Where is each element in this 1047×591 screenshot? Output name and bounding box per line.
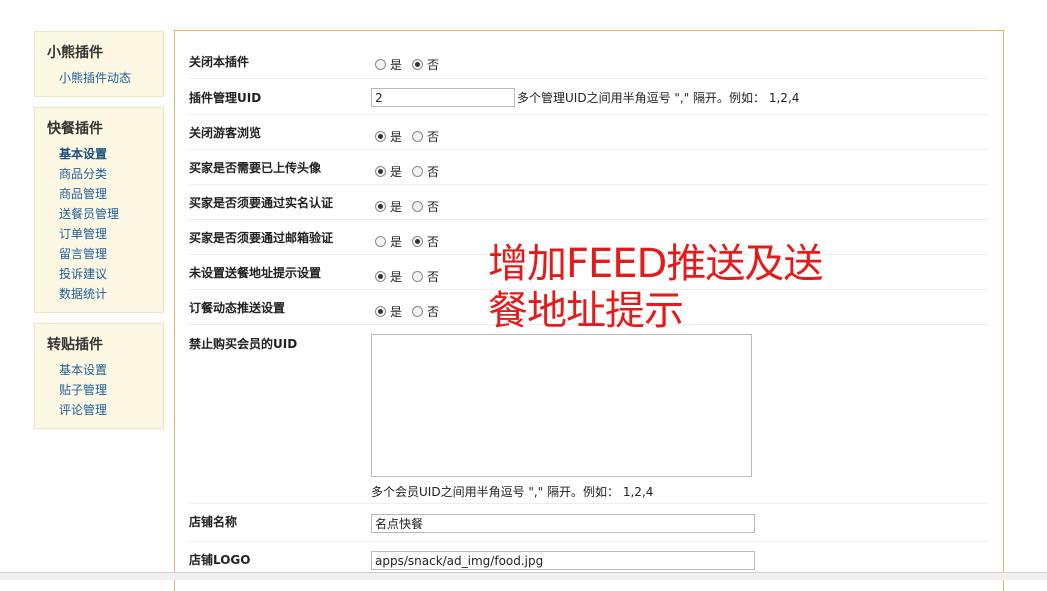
radio-option-no[interactable]: 否 <box>412 233 439 250</box>
radio-checked-icon[interactable] <box>375 131 386 142</box>
ban-uid-textarea[interactable] <box>371 334 752 477</box>
sidebar-item-posts[interactable]: 贴子管理 <box>35 380 163 400</box>
field-label: 买家是否须要通过邮箱验证 <box>189 231 334 245</box>
sidebar-item-statistics[interactable]: 数据统计 <box>35 284 163 304</box>
shop-name-control <box>371 514 755 533</box>
admin-uid-hint: 多个管理UID之间用半角逗号 "," 隔开。例如： 1,2,4 <box>517 91 800 105</box>
radio-option-no[interactable]: 否 <box>412 56 439 73</box>
radio-option-no[interactable]: 否 <box>412 303 439 320</box>
radio-option-no[interactable]: 否 <box>412 198 439 215</box>
annotation-line-1: 增加FEED推送及送 <box>488 241 823 287</box>
radio-icon[interactable] <box>412 131 424 142</box>
field-label: 店铺名称 <box>189 515 238 529</box>
sidebar-item-messages[interactable]: 留言管理 <box>35 244 163 264</box>
row-need-avatar: 买家是否需要已上传头像 是 否 <box>189 154 989 185</box>
field-label: 店铺LOGO <box>189 553 251 567</box>
radio-group: 是 否 <box>375 163 449 180</box>
sidebar-block-snack: 快餐插件 基本设置 商品分类 商品管理 送餐员管理 订单管理 留言管理 投诉建议… <box>34 107 164 313</box>
radio-checked-icon[interactable] <box>375 306 386 317</box>
shop-logo-input[interactable] <box>371 551 755 570</box>
field-label: 关闭本插件 <box>189 55 250 69</box>
radio-icon[interactable] <box>375 59 386 70</box>
sidebar-item-comments[interactable]: 评论管理 <box>35 400 163 420</box>
row-need-realname: 买家是否须要通过实名认证 是 否 <box>189 189 989 220</box>
sidebar-block-title: 快餐插件 <box>47 121 103 137</box>
radio-checked-icon[interactable] <box>412 236 424 247</box>
row-close-guest: 关闭游客浏览 是 否 <box>189 119 989 150</box>
sidebar-block-title: 小熊插件 <box>47 45 103 61</box>
annotation-text: 增加FEED推送及送 餐地址提示 <box>488 241 823 335</box>
sidebar-block-title: 转贴插件 <box>47 337 103 353</box>
sidebar-item-couriers[interactable]: 送餐员管理 <box>35 204 163 224</box>
radio-checked-icon[interactable] <box>412 59 424 70</box>
sidebar-item-products[interactable]: 商品管理 <box>35 184 163 204</box>
radio-checked-icon[interactable] <box>375 201 386 212</box>
radio-icon[interactable] <box>412 166 424 177</box>
radio-group: 是 否 <box>375 268 449 285</box>
radio-option-yes[interactable]: 是 <box>375 233 402 250</box>
radio-group: 是 否 <box>375 56 449 73</box>
field-label: 买家是否需要已上传头像 <box>189 161 322 175</box>
radio-option-no[interactable]: 否 <box>412 163 439 180</box>
radio-option-yes[interactable]: 是 <box>375 198 402 215</box>
field-label: 订餐动态推送设置 <box>189 301 286 315</box>
radio-option-yes[interactable]: 是 <box>375 163 402 180</box>
row-close-plugin: 关闭本插件 是 否 <box>189 48 989 79</box>
radio-icon[interactable] <box>412 306 424 317</box>
field-label: 未设置送餐地址提示设置 <box>189 266 322 280</box>
field-label: 关闭游客浏览 <box>189 126 262 140</box>
radio-option-yes[interactable]: 是 <box>375 128 402 145</box>
radio-icon[interactable] <box>412 271 424 282</box>
admin-uid-input[interactable] <box>371 88 515 107</box>
sidebar-block-xiaoxiong: 小熊插件 小熊插件动态 <box>34 31 164 97</box>
radio-group: 是 否 <box>375 233 449 250</box>
radio-icon[interactable] <box>412 201 424 212</box>
shop-logo-control <box>371 551 755 570</box>
radio-checked-icon[interactable] <box>375 166 386 177</box>
sidebar-item-orders[interactable]: 订单管理 <box>35 224 163 244</box>
radio-option-no[interactable]: 否 <box>412 268 439 285</box>
sidebar-block-repost: 转贴插件 基本设置 贴子管理 评论管理 <box>34 323 164 429</box>
radio-icon[interactable] <box>375 236 386 247</box>
row-shop-logo: 店铺LOGO <box>189 546 989 586</box>
ban-uid-hint: 多个会员UID之间用半角逗号 "," 隔开。例如： 1,2,4 <box>371 485 654 499</box>
row-admin-uid: 插件管理UID 多个管理UID之间用半角逗号 "," 隔开。例如： 1,2,4 <box>189 84 989 115</box>
radio-group: 是 否 <box>375 198 449 215</box>
admin-uid-control: 多个管理UID之间用半角逗号 "," 隔开。例如： 1,2,4 <box>371 88 799 107</box>
sidebar-item-xiaoxiong-news[interactable]: 小熊插件动态 <box>35 68 163 88</box>
radio-option-yes[interactable]: 是 <box>375 303 402 320</box>
row-shop-name: 店铺名称 <box>189 508 989 542</box>
radio-option-yes[interactable]: 是 <box>375 268 402 285</box>
radio-option-yes[interactable]: 是 <box>375 56 402 73</box>
sidebar-item-categories[interactable]: 商品分类 <box>35 164 163 184</box>
field-label: 插件管理UID <box>189 91 262 105</box>
annotation-line-2: 餐地址提示 <box>488 288 684 334</box>
radio-group: 是 否 <box>375 303 449 320</box>
radio-option-no[interactable]: 否 <box>412 128 439 145</box>
sidebar-item-repost-basic[interactable]: 基本设置 <box>35 360 163 380</box>
shop-name-input[interactable] <box>371 514 755 533</box>
sidebar-item-complaints[interactable]: 投诉建议 <box>35 264 163 284</box>
radio-checked-icon[interactable] <box>375 271 386 282</box>
field-label: 禁止购买会员的UID <box>189 337 298 351</box>
field-label: 买家是否须要通过实名认证 <box>189 196 334 210</box>
sidebar: 小熊插件 小熊插件动态 快餐插件 基本设置 商品分类 商品管理 送餐员管理 订单… <box>34 31 164 439</box>
radio-group: 是 否 <box>375 128 449 145</box>
sidebar-item-basic-settings[interactable]: 基本设置 <box>35 144 163 164</box>
